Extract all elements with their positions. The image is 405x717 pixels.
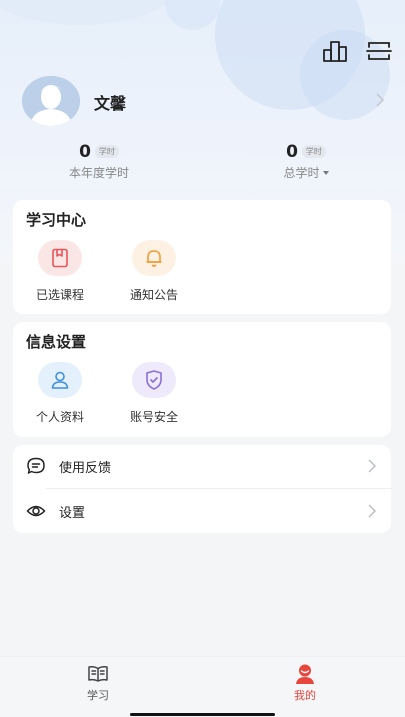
shield-icon [132,362,176,398]
stat-total-hours[interactable]: 0 学时 总学时 [241,142,371,181]
feedback-row[interactable]: 使用反馈 [26,444,378,488]
tile-label: 个人资料 [35,410,84,424]
tab-label: 我的 [294,689,316,702]
stat-label: 总学时 [283,166,320,180]
chevron-right-icon[interactable] [373,93,387,107]
stat-unit: 学时 [301,145,326,158]
settings-row[interactable]: 设置 [26,489,378,533]
learning-center-card: 学习中心 已选课程 通知公告 [13,200,391,314]
book-icon [38,240,82,276]
caret-down-icon[interactable] [322,171,329,175]
eye-icon [26,505,46,517]
account-security-tile[interactable]: 账号安全 [119,362,189,425]
stat-label: 本年度学时 [68,166,129,180]
tile-label: 通知公告 [129,288,178,302]
feedback-icon [27,457,45,474]
stat-annual-hours: 0 学时 本年度学时 [34,142,164,181]
row-label: 使用反馈 [59,461,112,476]
chevron-right-icon [368,459,376,473]
book-open-icon [88,665,108,682]
home-indicator [130,713,275,716]
tab-study[interactable]: 学习 [48,663,148,703]
selected-courses-tile[interactable]: 已选课程 [25,240,95,303]
ranking-icon[interactable] [322,38,348,64]
announcements-tile[interactable]: 通知公告 [119,240,189,303]
stat-value: 0 [79,142,91,162]
profile-info-tile[interactable]: 个人资料 [25,362,95,425]
row-label: 设置 [59,506,86,521]
user-icon [296,664,314,684]
profile-header[interactable]: 文馨 [22,76,387,128]
username: 文馨 [94,94,127,113]
avatar[interactable] [22,76,80,126]
chevron-right-icon [368,504,376,518]
tile-label: 账号安全 [129,410,178,424]
tab-mine[interactable]: 我的 [255,663,355,703]
person-icon [38,362,82,398]
bell-icon [132,240,176,276]
stat-value: 0 [286,142,298,162]
stat-unit: 学时 [94,145,119,158]
section-title: 信息设置 [26,333,87,351]
info-settings-card: 信息设置 个人资料 账号安全 [13,322,391,437]
section-title: 学习中心 [26,211,87,229]
scan-icon[interactable] [366,38,392,64]
tab-bar: 学习 我的 [0,656,405,717]
tile-label: 已选课程 [35,288,84,302]
tab-label: 学习 [87,689,109,702]
